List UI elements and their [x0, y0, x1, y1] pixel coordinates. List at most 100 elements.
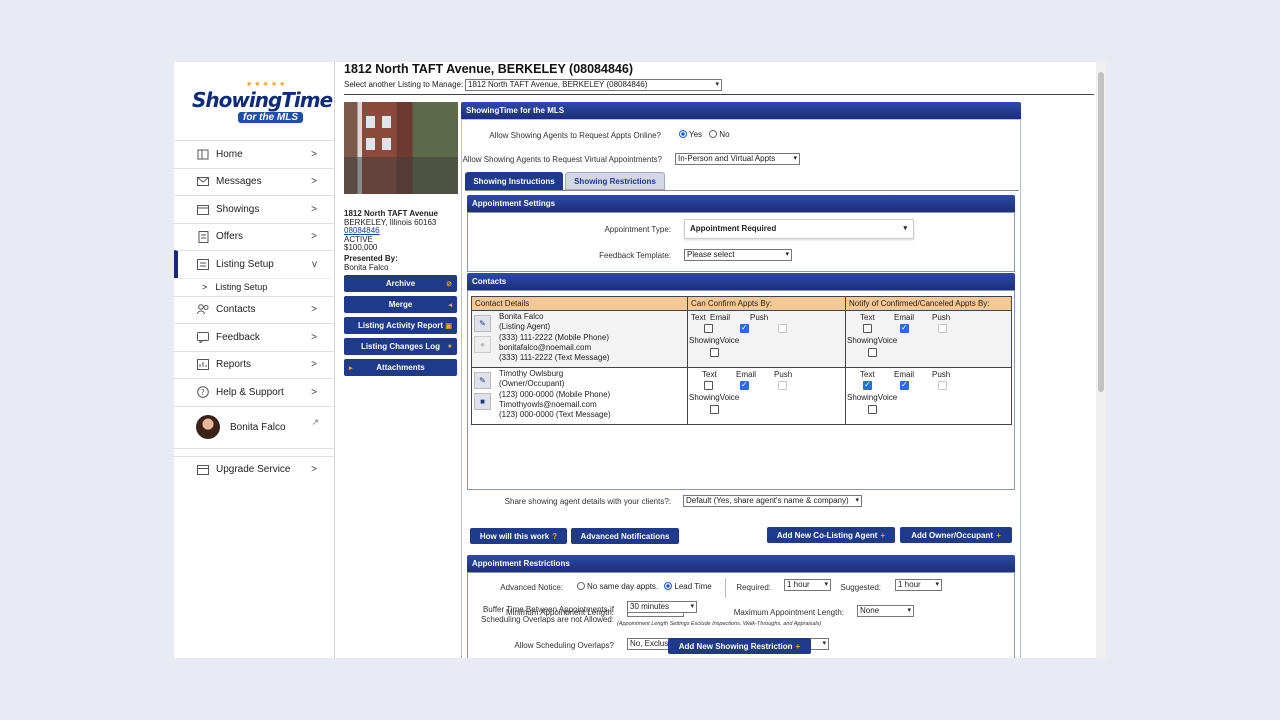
sidebar-item-feedback[interactable]: Feedback > [174, 323, 335, 351]
sidebar-user[interactable]: Bonita Falco ↗ [174, 405, 335, 448]
confirm-voice-checkbox[interactable] [710, 348, 719, 357]
feedback-template-select[interactable]: Please select ▾ [684, 249, 792, 261]
attachments-button[interactable]: ▸ Attachments [344, 359, 457, 376]
archive-button[interactable]: Archive ⊘ [344, 275, 457, 292]
chevron-down-icon: ▾ [855, 497, 859, 504]
text-label: Text [702, 370, 717, 379]
email-label: Email [894, 370, 915, 379]
text-label: Text [860, 313, 875, 322]
sidebar: ★★★★★ ShowingTime for the MLS Home > Mes… [174, 62, 335, 658]
notify-push-checkbox [938, 324, 947, 333]
merge-button-label: Merge [388, 300, 413, 309]
sidebar-item-help[interactable]: ? Help & Support > [174, 378, 335, 406]
notify-voice-checkbox[interactable] [868, 405, 877, 414]
confirm-email-checkbox[interactable] [740, 323, 749, 333]
virtual-appts-select[interactable]: In-Person and Virtual Appts ▾ [675, 153, 800, 165]
max-length-select[interactable]: None ▾ [857, 605, 914, 617]
share-details-select[interactable]: Default (Yes, share agent's name & compa… [683, 495, 862, 507]
confirm-text-checkbox[interactable] [704, 381, 713, 390]
required-select[interactable]: 1 hour ▾ [784, 579, 831, 591]
confirm-cell: Text Email Push ShowingVoice [687, 367, 846, 425]
sidebar-item-showings[interactable]: Showings > [174, 195, 335, 223]
listing-activity-report-button[interactable]: Listing Activity Report ▣ [344, 317, 457, 334]
upgrade-icon [196, 463, 210, 477]
overlap-label: Allow Scheduling Overlaps? [514, 641, 614, 650]
divider [725, 578, 726, 598]
chevron-down-icon: ▾ [793, 155, 797, 162]
confirm-text-checkbox[interactable] [704, 324, 713, 333]
contact-text: (333) 111-2222 (Text Message) [499, 353, 610, 363]
external-link-icon[interactable]: ↗ [311, 417, 319, 428]
add-showing-restriction-button[interactable]: Add New Showing Restriction + [668, 638, 811, 654]
notify-email-checkbox[interactable] [900, 380, 909, 390]
notify-voice-checkbox[interactable] [868, 348, 877, 357]
sidebar-item-upgrade[interactable]: Upgrade Service > [174, 455, 335, 484]
edit-icon[interactable]: ✎ [474, 372, 491, 389]
calendar-icon [196, 202, 210, 216]
sidebar-subitem-listing-setup[interactable]: > Listing Setup [174, 277, 335, 296]
sidebar-item-messages[interactable]: Messages > [174, 167, 335, 196]
email-label: Email [894, 313, 915, 322]
no-radio[interactable] [709, 130, 718, 138]
notify-text-checkbox[interactable] [863, 324, 872, 333]
confirm-email-checkbox[interactable] [740, 380, 749, 390]
buffer-time-select[interactable]: 30 minutes ▾ [627, 601, 697, 613]
chevron-down-icon: ▾ [785, 251, 789, 258]
chevron-right-icon: > [311, 386, 317, 398]
sidebar-subitem-label: Listing Setup [215, 282, 268, 292]
sidebar-item-label: Upgrade Service [216, 464, 291, 476]
trash-icon[interactable]: ■ [474, 393, 491, 410]
tab-showing-instructions[interactable]: Showing Instructions [465, 172, 563, 190]
page-scrollbar[interactable] [1096, 62, 1106, 658]
notify-text-checkbox[interactable] [863, 380, 872, 390]
no-same-day-radio[interactable] [577, 582, 585, 590]
sidebar-item-label: Reports [216, 359, 252, 371]
push-label: Push [774, 370, 793, 379]
sidebar-item-contacts[interactable]: Contacts > [174, 295, 335, 324]
listing-info: 1812 North TAFT Avenue BERKELEY, Illinoi… [344, 209, 438, 253]
listing-activity-report-label: Listing Activity Report [357, 321, 444, 330]
sidebar-item-label: Help & Support [216, 386, 284, 398]
sidebar-item-offers[interactable]: Offers > [174, 222, 335, 251]
how-will-this-work-button[interactable]: How will this work? [470, 528, 567, 544]
showingtime-logo[interactable]: ★★★★★ ShowingTime for the MLS [192, 78, 333, 126]
edit-icon[interactable]: ✎ [474, 315, 491, 332]
advanced-notifications-button[interactable]: Advanced Notifications [571, 528, 679, 544]
listing-changes-log-button[interactable]: Listing Changes Log ● [344, 338, 457, 355]
sidebar-item-home[interactable]: Home > [174, 140, 335, 168]
listing-select[interactable]: 1812 North TAFT Avenue, BERKELEY (080848… [465, 79, 722, 91]
advanced-notifications-label: Advanced Notifications [580, 531, 670, 541]
scrollbar-thumb[interactable] [1098, 72, 1104, 392]
contacts-table: Contact Details Can Confirm Appts By: No… [471, 296, 1012, 425]
listing-photo[interactable] [344, 102, 458, 194]
caret-icon: > [202, 282, 208, 292]
suggested-select[interactable]: 1 hour ▾ [895, 579, 942, 591]
merge-button[interactable]: Merge ◂ [344, 296, 457, 313]
chevron-right-icon: > [311, 464, 317, 476]
appointment-type-select[interactable]: Appointment Required ▾ [684, 219, 914, 239]
confirm-push-checkbox [778, 381, 787, 390]
plus-icon: + [880, 530, 886, 540]
home-icon [196, 147, 210, 161]
suggested-label: Suggested: [840, 583, 881, 592]
advanced-notice-label: Advanced Notice: [500, 583, 563, 592]
contact-name: Bonita Falco [499, 312, 544, 321]
buffer-time-label-line1: Buffer Time Between Appointments if [482, 605, 614, 614]
report-icon: ▣ [445, 322, 452, 330]
contact-lines: Timothy Owlsburg (Owner/Occupant) (123) … [499, 369, 611, 420]
user-name: Bonita Falco [230, 421, 286, 433]
sidebar-item-reports[interactable]: Reports > [174, 350, 335, 379]
table-row: ✎ ■ Timothy Owlsburg (Owner/Occupant) (1… [471, 367, 1012, 425]
tab-showing-restrictions[interactable]: Showing Restrictions [565, 172, 665, 190]
yes-radio[interactable] [679, 130, 687, 138]
confirm-voice-checkbox[interactable] [710, 405, 719, 414]
sidebar-item-listing-setup[interactable]: Listing Setup v [174, 250, 335, 278]
lead-time-radio[interactable] [664, 582, 673, 590]
notify-email-checkbox[interactable] [900, 323, 909, 333]
add-owner-occupant-button[interactable]: Add Owner/Occupant + [900, 527, 1012, 543]
advanced-notice-radios: No same day appts. Lead Time [577, 582, 712, 591]
sidebar-item-label: Showings [216, 203, 260, 215]
email-label: Email [736, 370, 757, 379]
chevron-right-icon: > [311, 304, 317, 316]
add-co-listing-agent-button[interactable]: Add New Co-Listing Agent + [767, 527, 895, 543]
